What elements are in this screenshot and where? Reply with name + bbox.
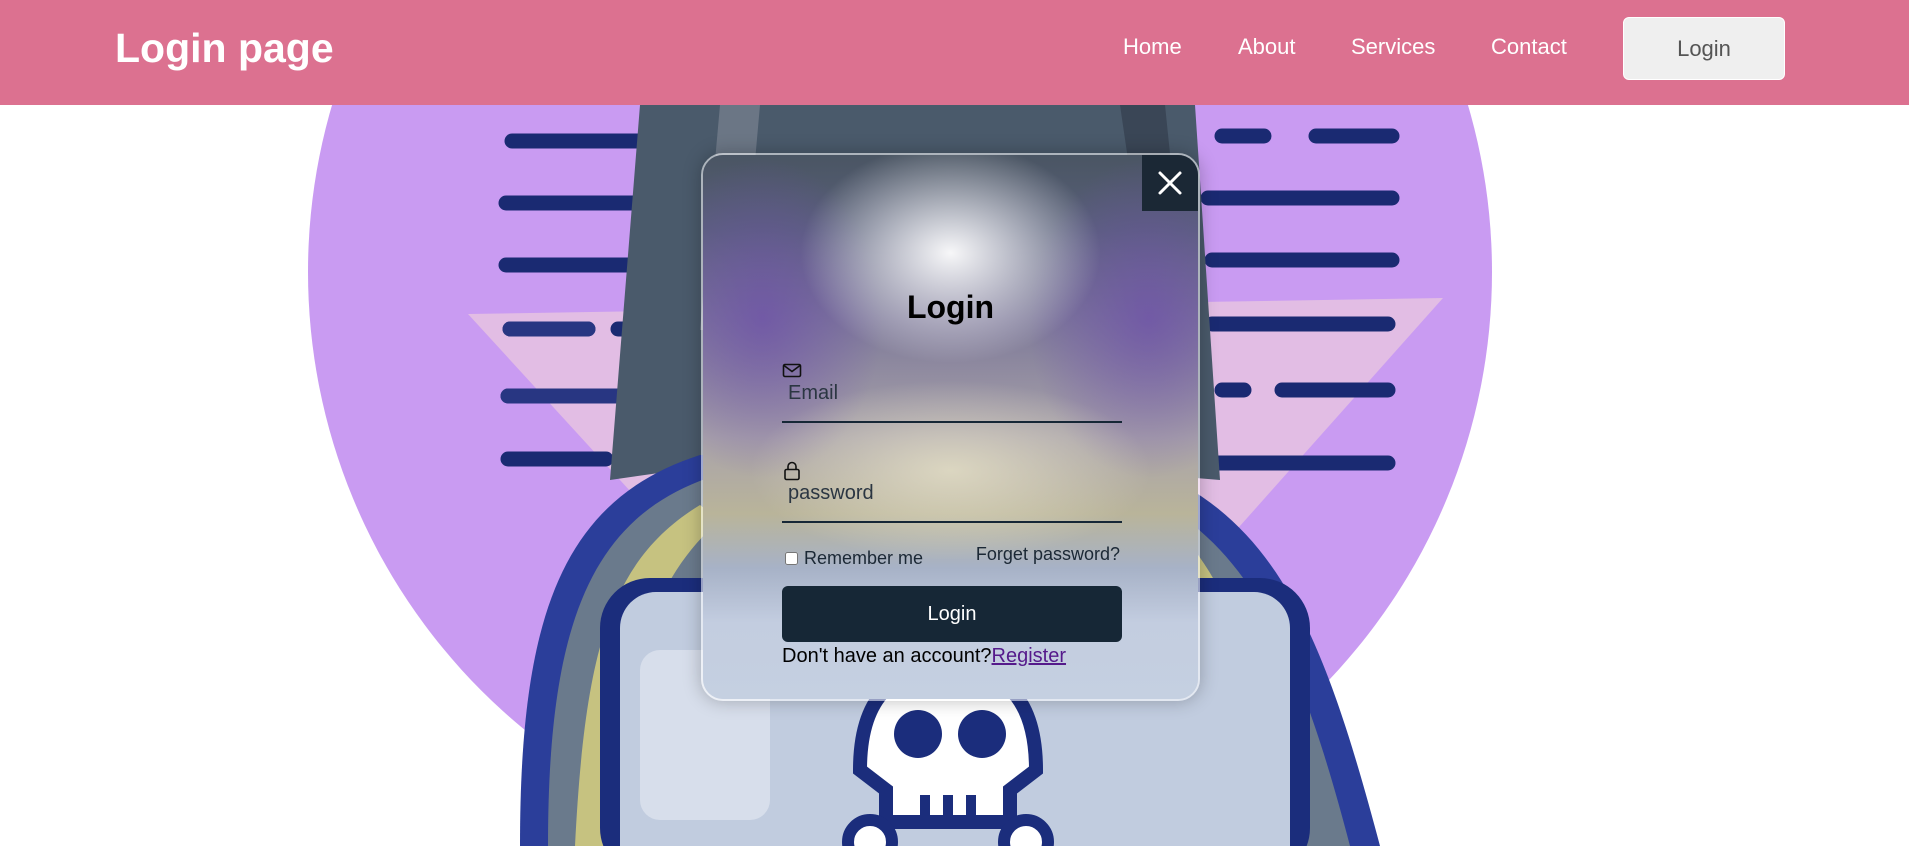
mail-icon <box>782 363 802 378</box>
remember-me[interactable]: Remember me <box>785 546 923 570</box>
login-modal: Login Remember me Forget password? Login… <box>701 153 1200 701</box>
password-input[interactable] <box>788 479 1108 507</box>
forgot-password-link[interactable]: Forget password? <box>976 544 1120 565</box>
lock-icon <box>784 461 800 481</box>
login-submit-button[interactable]: Login <box>782 586 1122 642</box>
remember-me-label: Remember me <box>804 547 924 568</box>
password-field <box>782 461 1122 523</box>
register-prompt: Don't have an account? <box>782 645 992 667</box>
close-button[interactable] <box>1142 155 1198 211</box>
close-icon <box>1158 171 1182 195</box>
email-field <box>782 361 1122 423</box>
register-link[interactable]: Register <box>992 645 1066 667</box>
nav-contact-link[interactable]: Contact <box>1491 33 1567 61</box>
nav-services-link[interactable]: Services <box>1351 33 1435 61</box>
top-navbar: Login page Home About Services Contact L… <box>0 0 1909 105</box>
nav-about-link[interactable]: About <box>1238 33 1296 61</box>
email-input[interactable] <box>788 379 1108 407</box>
remember-me-checkbox[interactable] <box>785 551 798 565</box>
header-login-button[interactable]: Login <box>1623 17 1785 80</box>
register-row: Don't have an account?Register <box>782 642 1066 670</box>
nav-home-link[interactable]: Home <box>1123 33 1182 61</box>
modal-title: Login <box>906 289 995 325</box>
